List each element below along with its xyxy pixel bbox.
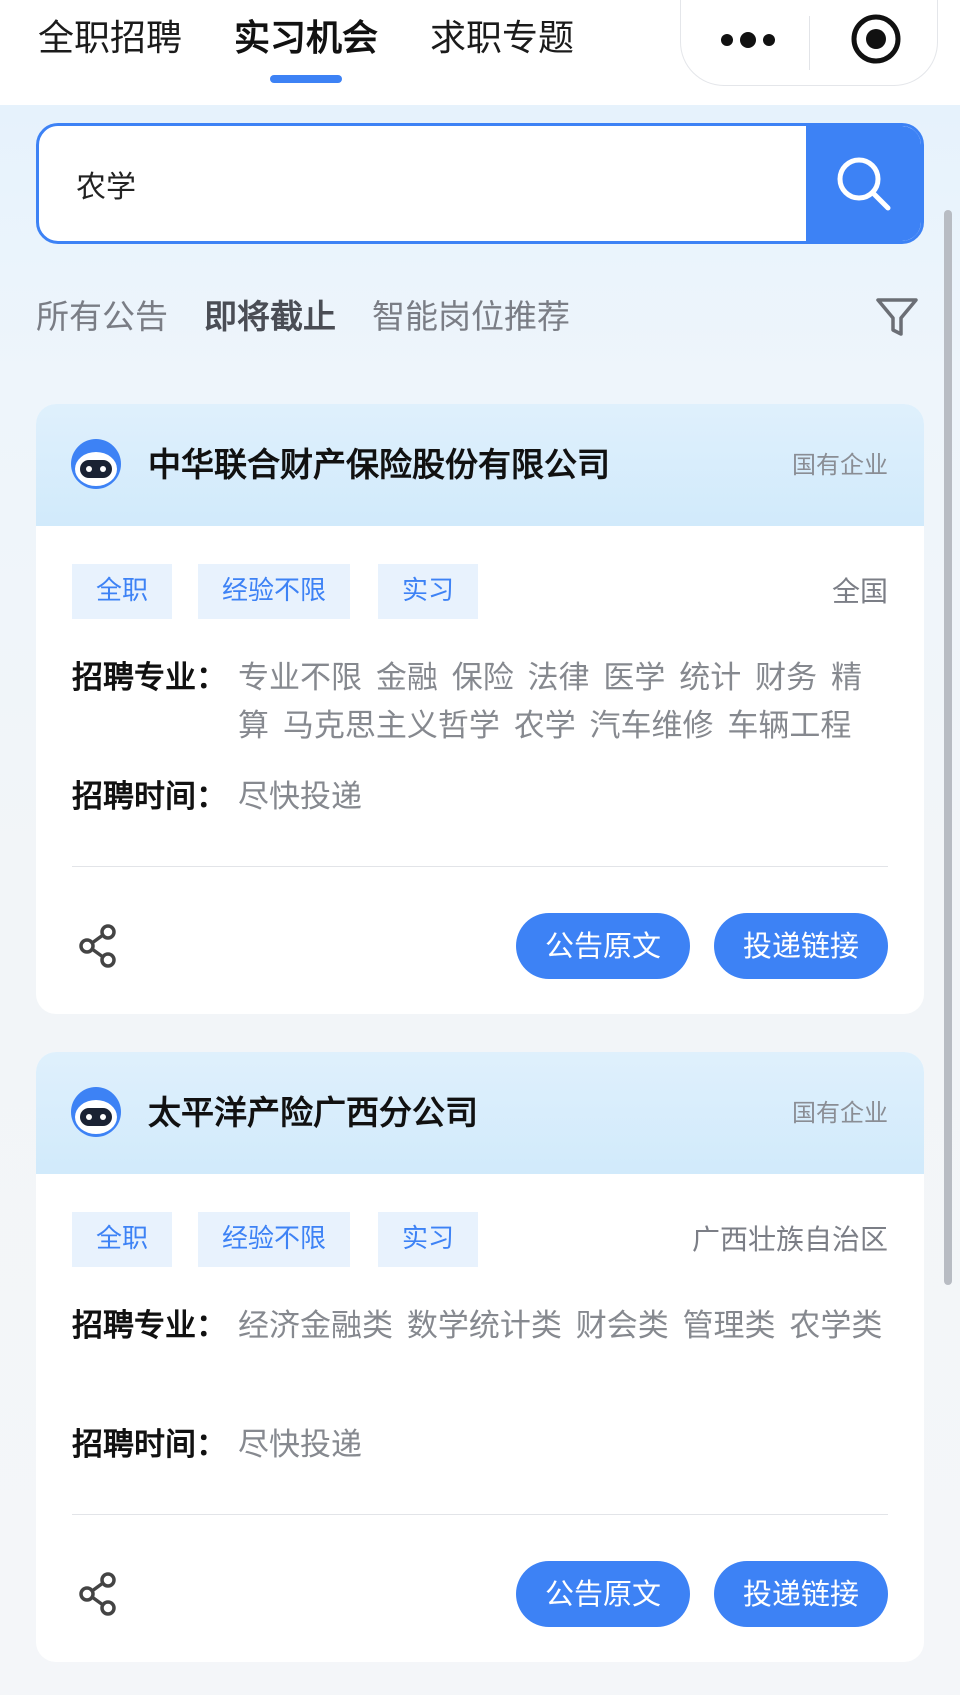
tag-internship: 实习 xyxy=(378,564,479,619)
target-circle-icon[interactable] xyxy=(849,12,903,66)
filter-closing-soon[interactable]: 即将截止 xyxy=(204,292,336,342)
company-name[interactable]: 太平洋产险广西分公司 xyxy=(148,1088,478,1138)
majors-label: 招聘专业： xyxy=(72,1308,227,1344)
majors-value: 专业不限 金融 保险 法律 医学 统计 财务 精算 马克思主义哲学 农学 汽车维… xyxy=(238,660,862,744)
search-input[interactable] xyxy=(76,126,776,241)
job-card[interactable]: 太平洋产险广西分公司 国有企业 全职 经验不限 实习 广西壮族自治区 招聘专业：… xyxy=(36,1052,924,1662)
card-header: 中华联合财产保险股份有限公司 国有企业 xyxy=(36,404,924,526)
tag-experience: 经验不限 xyxy=(198,564,351,619)
tab-fulltime[interactable]: 全职招聘 xyxy=(38,14,182,64)
job-location: 全国 xyxy=(831,575,888,608)
robot-logo-icon xyxy=(71,439,121,489)
card-header: 太平洋产险广西分公司 国有企业 xyxy=(36,1052,924,1174)
tab-topics[interactable]: 求职专题 xyxy=(430,14,574,64)
tag-internship: 实习 xyxy=(378,1212,479,1267)
majors-value: 经济金融类 数学统计类 财会类 管理类 农学类 xyxy=(238,1308,883,1344)
tab-internship[interactable]: 实习机会 xyxy=(234,14,378,64)
company-type: 国有企业 xyxy=(792,1099,888,1127)
more-dots-icon[interactable] xyxy=(719,30,779,50)
card-divider xyxy=(72,1514,888,1515)
time-label: 招聘时间： xyxy=(72,1427,227,1463)
mini-program-capsule xyxy=(680,0,938,86)
search-button[interactable] xyxy=(806,126,921,241)
tag-fulltime: 全职 xyxy=(72,1212,173,1267)
time-value: 尽快投递 xyxy=(238,779,362,815)
job-card[interactable]: 中华联合财产保险股份有限公司 国有企业 全职 经验不限 实习 全国 招聘专业： … xyxy=(36,404,924,1014)
search-bar xyxy=(36,123,924,244)
scrollbar[interactable] xyxy=(944,210,952,1285)
capsule-divider xyxy=(809,16,810,70)
apply-link-button[interactable]: 投递链接 xyxy=(714,913,888,979)
filter-smart-recommend[interactable]: 智能岗位推荐 xyxy=(372,292,570,342)
company-name[interactable]: 中华联合财产保险股份有限公司 xyxy=(148,440,610,490)
job-location: 广西壮族自治区 xyxy=(691,1223,888,1256)
search-icon xyxy=(837,157,891,211)
share-icon[interactable] xyxy=(78,924,118,968)
majors-label: 招聘专业： xyxy=(72,660,227,696)
active-tab-indicator xyxy=(270,75,342,83)
apply-link-button[interactable]: 投递链接 xyxy=(714,1561,888,1627)
notice-original-button[interactable]: 公告原文 xyxy=(516,913,690,979)
time-value: 尽快投递 xyxy=(238,1427,362,1463)
time-label: 招聘时间： xyxy=(72,779,227,815)
robot-logo-icon xyxy=(71,1087,121,1137)
filter-all[interactable]: 所有公告 xyxy=(36,292,168,342)
company-type: 国有企业 xyxy=(792,451,888,479)
tag-fulltime: 全职 xyxy=(72,564,173,619)
notice-original-button[interactable]: 公告原文 xyxy=(516,1561,690,1627)
card-divider xyxy=(72,866,888,867)
top-nav-bar: 全职招聘 实习机会 求职专题 xyxy=(0,0,960,105)
tag-experience: 经验不限 xyxy=(198,1212,351,1267)
filter-row: 所有公告 即将截止 智能岗位推荐 xyxy=(36,292,924,342)
share-icon[interactable] xyxy=(78,1572,118,1616)
funnel-icon[interactable] xyxy=(874,294,920,340)
